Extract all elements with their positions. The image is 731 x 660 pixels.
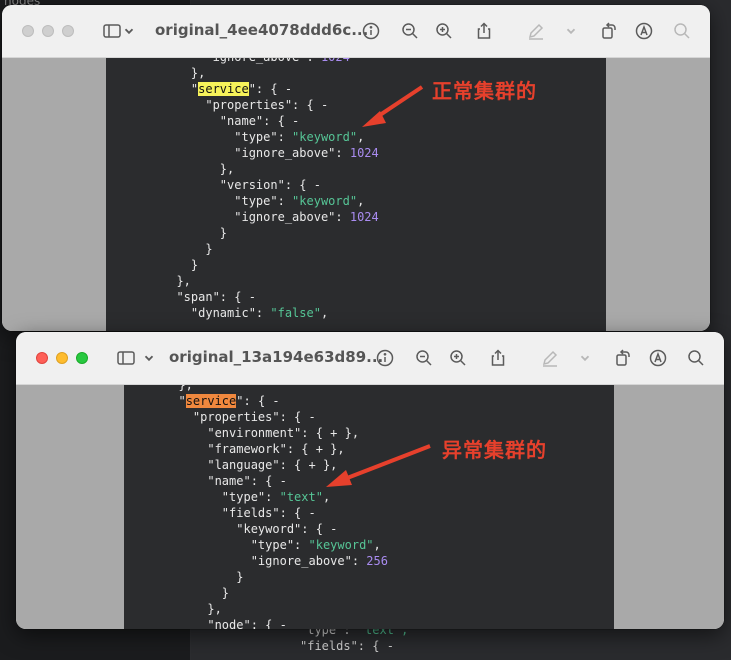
annotation-arrow-normal <box>362 85 424 127</box>
preview-window-normal: original_4ee4078ddd6c...}, "service": {… <box>2 5 710 331</box>
annotation-arrow-abnormal <box>326 444 431 487</box>
preview-window-abnormal: original_13a194e63d89... }, "service": {… <box>16 332 724 629</box>
